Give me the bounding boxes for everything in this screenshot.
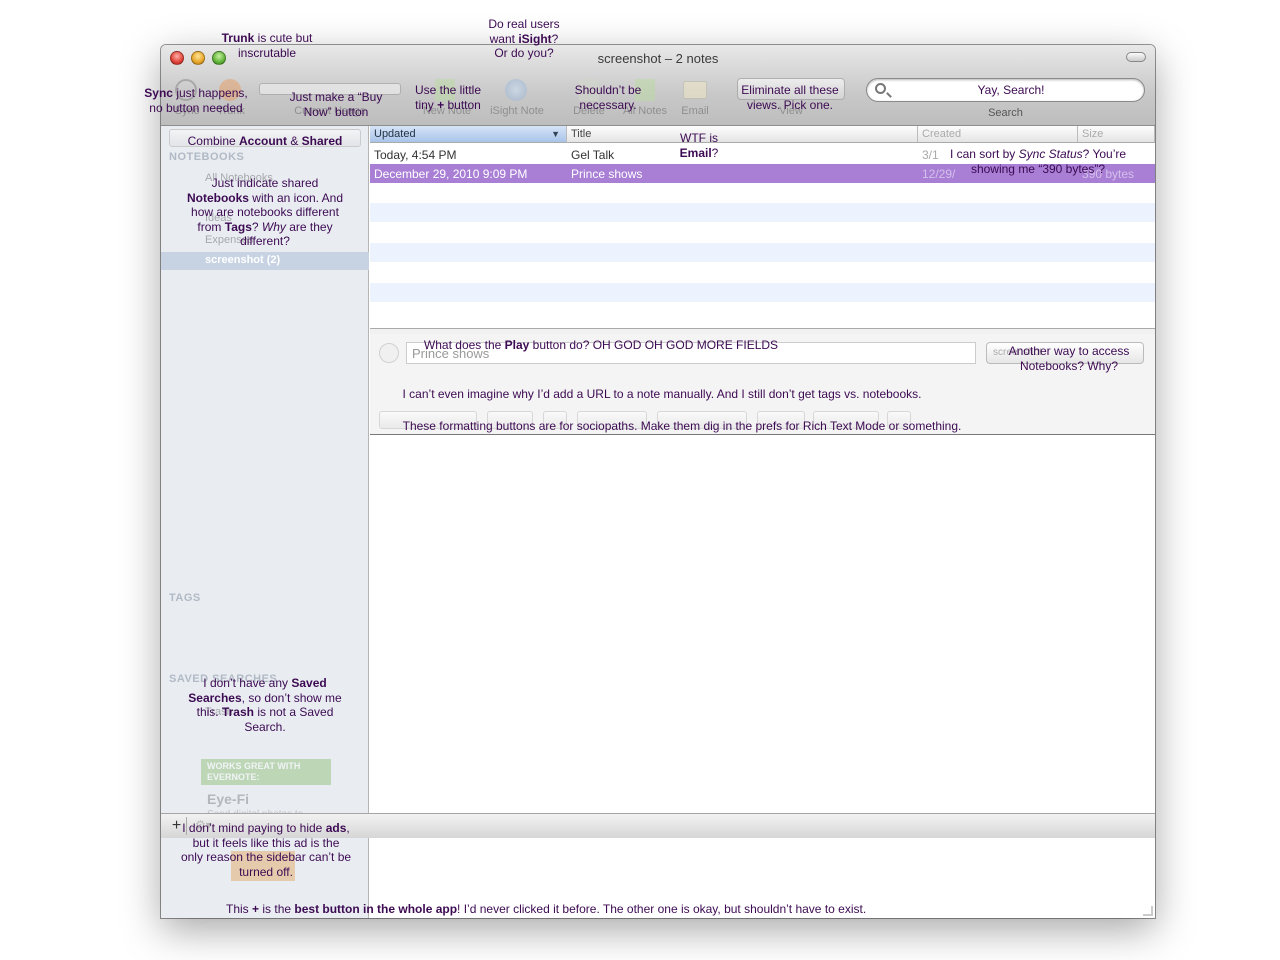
email-icon[interactable]	[683, 81, 707, 99]
annotation-sort: I can sort by Sync Status? You’re showin…	[949, 147, 1127, 176]
annotation-delete: Shouldn’t be necessary.	[574, 83, 642, 112]
toolbar-toggle-button[interactable]	[1126, 52, 1146, 62]
cell-updated: Today, 4:54 PM	[374, 148, 457, 162]
resize-grip[interactable]	[1143, 906, 1153, 916]
column-header-title[interactable]: Title	[567, 126, 918, 143]
sidebar-item-label: screenshot (2)	[205, 254, 281, 266]
annotation-ads: I don’t mind paying to hide ads, but it …	[180, 821, 352, 879]
isight-icon[interactable]	[505, 79, 527, 101]
play-button[interactable]	[379, 343, 399, 363]
annotation-play: What does the Play button do? OH GOD OH …	[423, 338, 779, 352]
ad-brand: Eye-Fi	[207, 791, 250, 807]
annotation-saved-searches: I don’t have any Saved Searches, so don’…	[188, 676, 342, 734]
email-label: Email	[681, 105, 709, 117]
note-editor-body[interactable]	[370, 436, 1155, 813]
ad-band: WORKS GREAT WITH EVERNOTE:	[201, 759, 331, 785]
cell-title: Gel Talk	[571, 148, 615, 162]
cell-created: 3/1	[922, 148, 939, 162]
annotation-notebooks: Just indicate shared Notebooks with an i…	[186, 176, 344, 248]
annotation-email: WTF is Email?	[679, 131, 719, 160]
annotation-combine: Combine Account & Shared	[187, 134, 343, 148]
annotation-search: Yay, Search!	[977, 83, 1045, 97]
column-header-updated[interactable]: Updated ▼	[370, 126, 567, 143]
annotation-sync: Sync just happens, no button needed	[144, 86, 248, 115]
annotation-format: These formatting buttons are for sociopa…	[402, 419, 962, 433]
annotation-views: Eliminate all these views. Pick one.	[741, 83, 839, 112]
column-header-label: Updated	[374, 128, 416, 140]
search-label: Search	[988, 107, 1023, 119]
search-icon	[875, 83, 886, 94]
tags-header: TAGS	[169, 592, 201, 604]
annotation-isight: Do real users want iSight? Or do you?	[488, 17, 560, 60]
isight-note-label: iSight Note	[490, 105, 544, 117]
empty-row	[370, 283, 1155, 302]
sort-arrow-icon: ▼	[551, 129, 560, 139]
notebooks-header: NOTEBOOKS	[169, 151, 245, 163]
annotation-url: I can’t even imagine why I’d add a URL t…	[402, 387, 922, 401]
column-header-size[interactable]: Size	[1078, 126, 1155, 143]
empty-row	[370, 243, 1155, 262]
sidebar-item-screenshot[interactable]: screenshot (2)	[161, 252, 369, 270]
annotation-buy-now: Just make a “Buy Now” button	[289, 90, 383, 119]
cell-title: Prince shows	[571, 167, 643, 181]
annotation-new-note: Use the little tiny + button	[414, 83, 482, 112]
cell-updated: December 29, 2010 9:09 PM	[374, 167, 528, 181]
empty-row	[370, 203, 1155, 222]
annotation-plus: This + is the best button in the whole a…	[226, 902, 867, 916]
page: screenshot – 2 notes Sync Trunk Current …	[0, 0, 1280, 960]
column-header-created[interactable]: Created	[918, 126, 1078, 143]
annotation-trunk: Trunk is cute but inscrutable	[221, 31, 313, 60]
annotation-access: Another way to access Notebooks? Why?	[1008, 344, 1130, 373]
